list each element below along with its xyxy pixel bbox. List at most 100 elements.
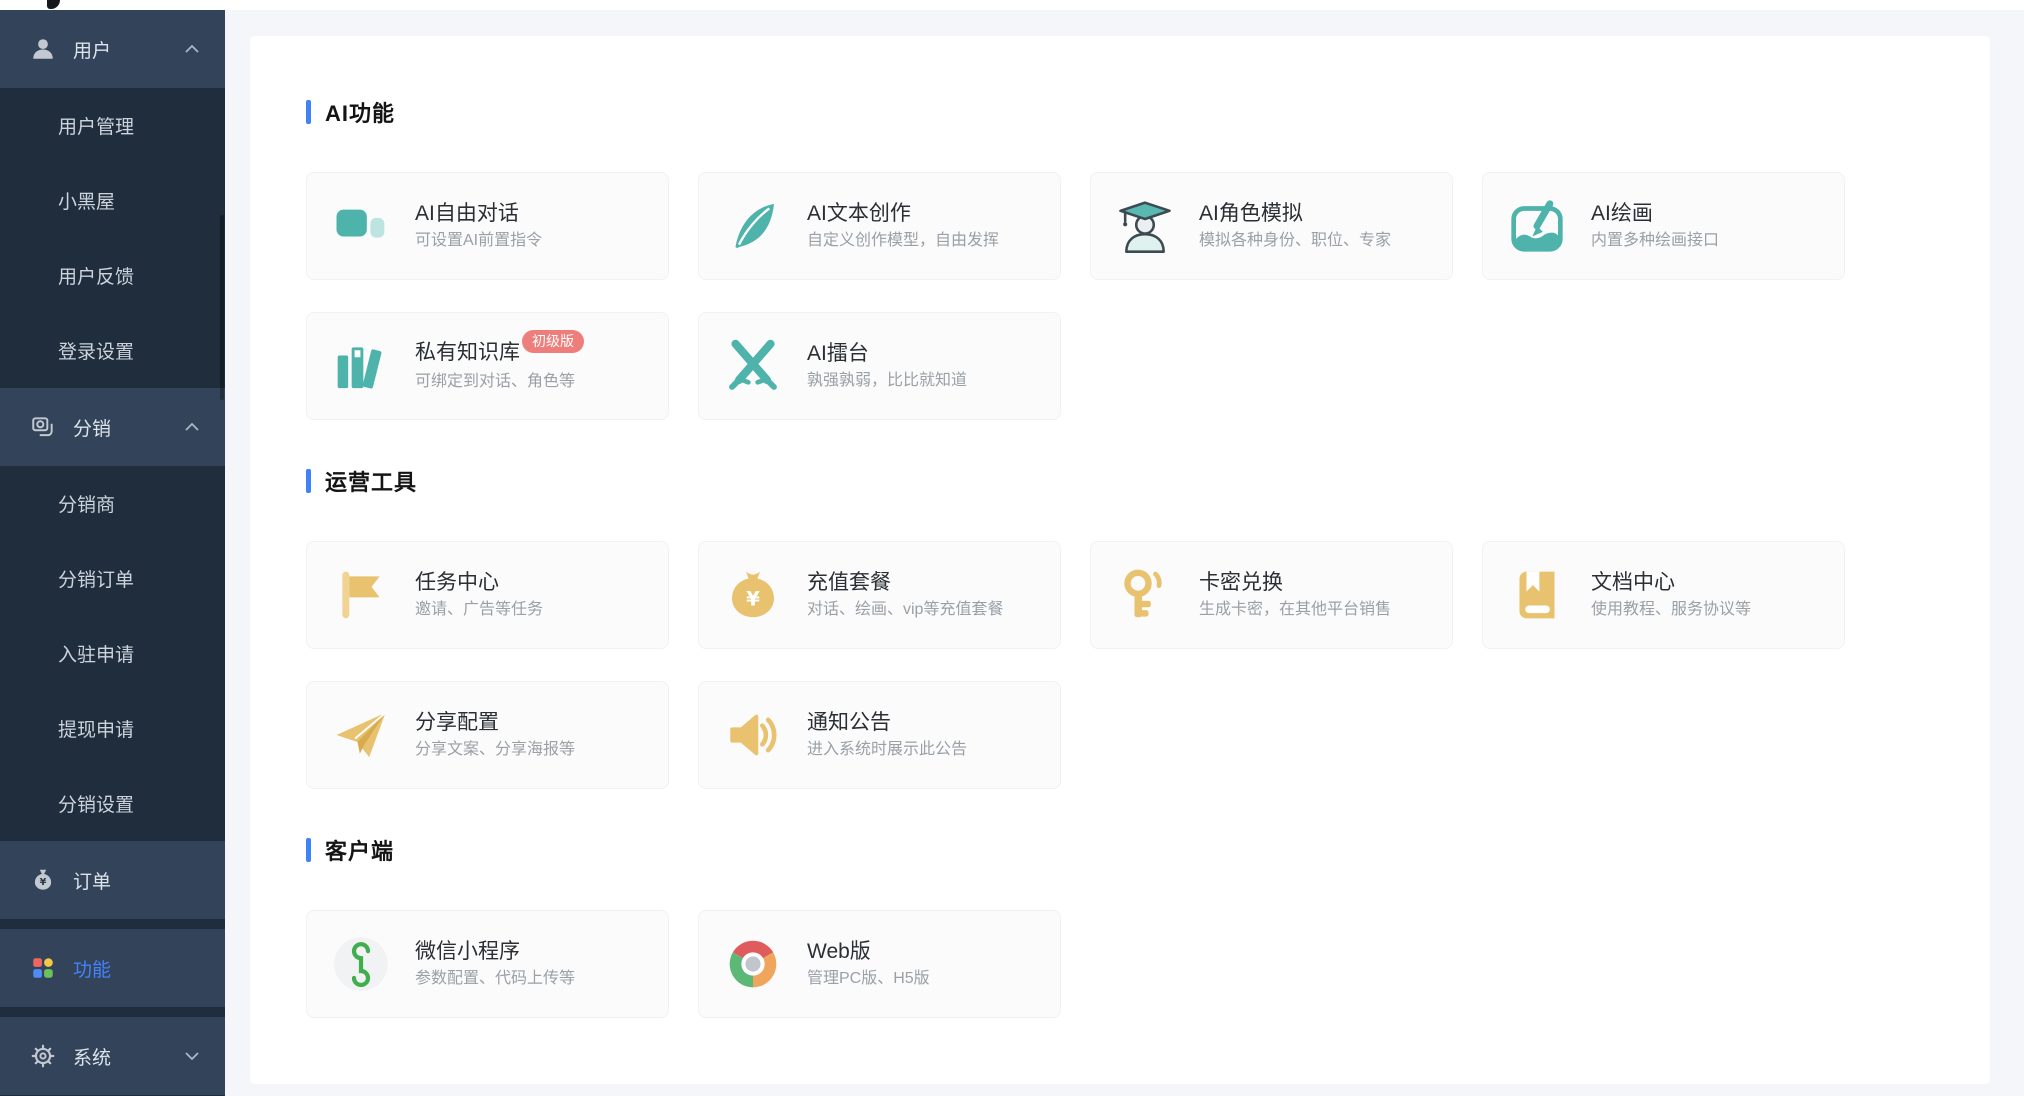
card-task-center[interactable]: 任务中心 邀请、广告等任务 [306, 541, 669, 649]
sidebar-item-user-feedback[interactable]: 用户反馈 [0, 238, 225, 313]
sidebar-group-orders[interactable]: ¥ 订单 [0, 841, 225, 919]
miniprogram-icon [333, 936, 389, 992]
svg-text:¥: ¥ [40, 877, 47, 888]
paint-icon [1509, 198, 1565, 254]
section-accent-bar [306, 469, 311, 493]
card-title: Web版 [807, 941, 930, 962]
feather-icon [725, 198, 781, 254]
card-notice[interactable]: 通知公告 进入系统时展示此公告 [698, 681, 1061, 789]
card-desc: 自定义创作模型，自由发挥 [807, 233, 999, 249]
card-desc: 内置多种绘画接口 [1591, 233, 1719, 249]
sidebar-divider [0, 1007, 225, 1017]
card-card-key-redeem[interactable]: 卡密兑换 生成卡密，在其他平台销售 [1090, 541, 1453, 649]
card-title: AI擂台 [807, 343, 967, 364]
card-title: AI文本创作 [807, 203, 999, 224]
gear-icon [30, 1043, 56, 1069]
card-desc: 使用教程、服务协议等 [1591, 602, 1751, 618]
card-wechat-miniprogram[interactable]: 微信小程序 参数配置、代码上传等 [306, 910, 669, 1018]
card-title: 任务中心 [415, 572, 543, 593]
card-title: 通知公告 [807, 712, 967, 733]
sidebar-item-blackroom[interactable]: 小黑屋 [0, 163, 225, 238]
card-knowledge-base[interactable]: 私有知识库 初级版 可绑定到对话、角色等 [306, 312, 669, 420]
card-title: AI自由对话 [415, 203, 542, 224]
sidebar-group-distribution[interactable]: 分销 [0, 388, 225, 466]
card-ai-paint[interactable]: AI绘画 内置多种绘画接口 [1482, 172, 1845, 280]
key-icon [1117, 567, 1173, 623]
card-desc: 模拟各种身份、职位、专家 [1199, 233, 1391, 249]
sidebar-item-distribution-orders[interactable]: 分销订单 [0, 541, 225, 616]
section-header-client: 客户端 [306, 834, 1990, 866]
sidebar-group-system[interactable]: 系统 [0, 1017, 225, 1095]
top-strip [0, 0, 2024, 10]
chevron-up-icon [185, 45, 199, 53]
features-grid-icon [30, 955, 56, 981]
card-ai-role[interactable]: AI角色模拟 模拟各种身份、职位、专家 [1090, 172, 1453, 280]
card-doc-center[interactable]: 文档中心 使用教程、服务协议等 [1482, 541, 1845, 649]
paper-plane-icon [333, 707, 389, 763]
card-title: 充值套餐 [807, 572, 1003, 593]
section-title: AI功能 [325, 96, 395, 128]
card-title: 私有知识库 初级版 [415, 342, 584, 365]
card-grid-operation: 任务中心 邀请、广告等任务 ¥ 充值套餐 对话、绘画、vip等充值套餐 [306, 541, 1866, 789]
card-grid-client: 微信小程序 参数配置、代码上传等 Web版 管理PC版、H5版 [306, 910, 1866, 1018]
card-desc: 邀请、广告等任务 [415, 602, 543, 618]
version-badge: 初级版 [522, 330, 584, 353]
moneybag-icon: ¥ [725, 567, 781, 623]
card-desc: 管理PC版、H5版 [807, 971, 930, 987]
card-title: 微信小程序 [415, 941, 575, 962]
card-title: 卡密兑换 [1199, 572, 1391, 593]
card-ai-arena[interactable]: AI擂台 孰强孰弱，比比就知道 [698, 312, 1061, 420]
books-icon [333, 338, 389, 394]
sidebar: 用户 用户管理 小黑屋 用户反馈 登录设置 分销 分销商 分销订单 入驻申请 提… [0, 10, 225, 1096]
card-desc: 可设置AI前置指令 [415, 233, 542, 249]
card-desc: 孰强孰弱，比比就知道 [807, 373, 967, 389]
user-icon [30, 36, 56, 62]
card-desc: 生成卡密，在其他平台销售 [1199, 602, 1391, 618]
chrome-icon [725, 936, 781, 992]
section-header-ai: AI功能 [306, 96, 1990, 128]
sidebar-group-user[interactable]: 用户 [0, 10, 225, 88]
section-accent-bar [306, 100, 311, 124]
sidebar-item-withdraw-application[interactable]: 提现申请 [0, 691, 225, 766]
card-title: 分享配置 [415, 712, 575, 733]
section-title: 运营工具 [325, 465, 417, 497]
chevron-up-icon [185, 423, 199, 431]
order-moneybag-icon: ¥ [30, 867, 56, 893]
card-desc: 对话、绘画、vip等充值套餐 [807, 602, 1003, 618]
sidebar-group-label: 用户 [73, 36, 111, 63]
card-ai-chat[interactable]: AI自由对话 可设置AI前置指令 [306, 172, 669, 280]
card-ai-writing[interactable]: AI文本创作 自定义创作模型，自由发挥 [698, 172, 1061, 280]
sidebar-item-user-management[interactable]: 用户管理 [0, 88, 225, 163]
section-title: 客户端 [325, 834, 394, 866]
card-desc: 进入系统时展示此公告 [807, 742, 967, 758]
card-web-version[interactable]: Web版 管理PC版、H5版 [698, 910, 1061, 1018]
content-panel: AI功能 AI自由对话 可设置AI前置指令 AI [250, 36, 1990, 1084]
card-desc: 分享文案、分享海报等 [415, 742, 575, 758]
sidebar-scrollbar[interactable] [220, 215, 224, 400]
sidebar-item-login-settings[interactable]: 登录设置 [0, 313, 225, 388]
document-book-icon [1509, 567, 1565, 623]
chevron-down-icon [185, 1052, 199, 1060]
sidebar-item-distribution-settings[interactable]: 分销设置 [0, 766, 225, 841]
swords-icon [725, 338, 781, 394]
section-header-operation: 运营工具 [306, 465, 1990, 497]
sidebar-item-distributor[interactable]: 分销商 [0, 466, 225, 541]
chat-icon [333, 198, 389, 254]
speaker-icon [725, 707, 781, 763]
logo-fragment [47, 0, 60, 9]
sidebar-group-features[interactable]: 功能 [0, 929, 225, 1007]
card-title: 文档中心 [1591, 572, 1751, 593]
sidebar-group-label: 分销 [73, 414, 111, 441]
section-accent-bar [306, 838, 311, 862]
sidebar-item-entry-application[interactable]: 入驻申请 [0, 616, 225, 691]
sidebar-divider [0, 919, 225, 929]
sidebar-group-label: 订单 [73, 867, 111, 894]
card-recharge-packages[interactable]: ¥ 充值套餐 对话、绘画、vip等充值套餐 [698, 541, 1061, 649]
sidebar-group-label: 功能 [73, 955, 111, 982]
card-share-config[interactable]: 分享配置 分享文案、分享海报等 [306, 681, 669, 789]
distribution-icon [30, 414, 56, 440]
card-grid-ai: AI自由对话 可设置AI前置指令 AI文本创作 自定义创作模型，自由发挥 [306, 172, 1866, 420]
card-title: AI绘画 [1591, 203, 1719, 224]
svg-text:¥: ¥ [746, 588, 760, 611]
card-title: AI角色模拟 [1199, 203, 1391, 224]
